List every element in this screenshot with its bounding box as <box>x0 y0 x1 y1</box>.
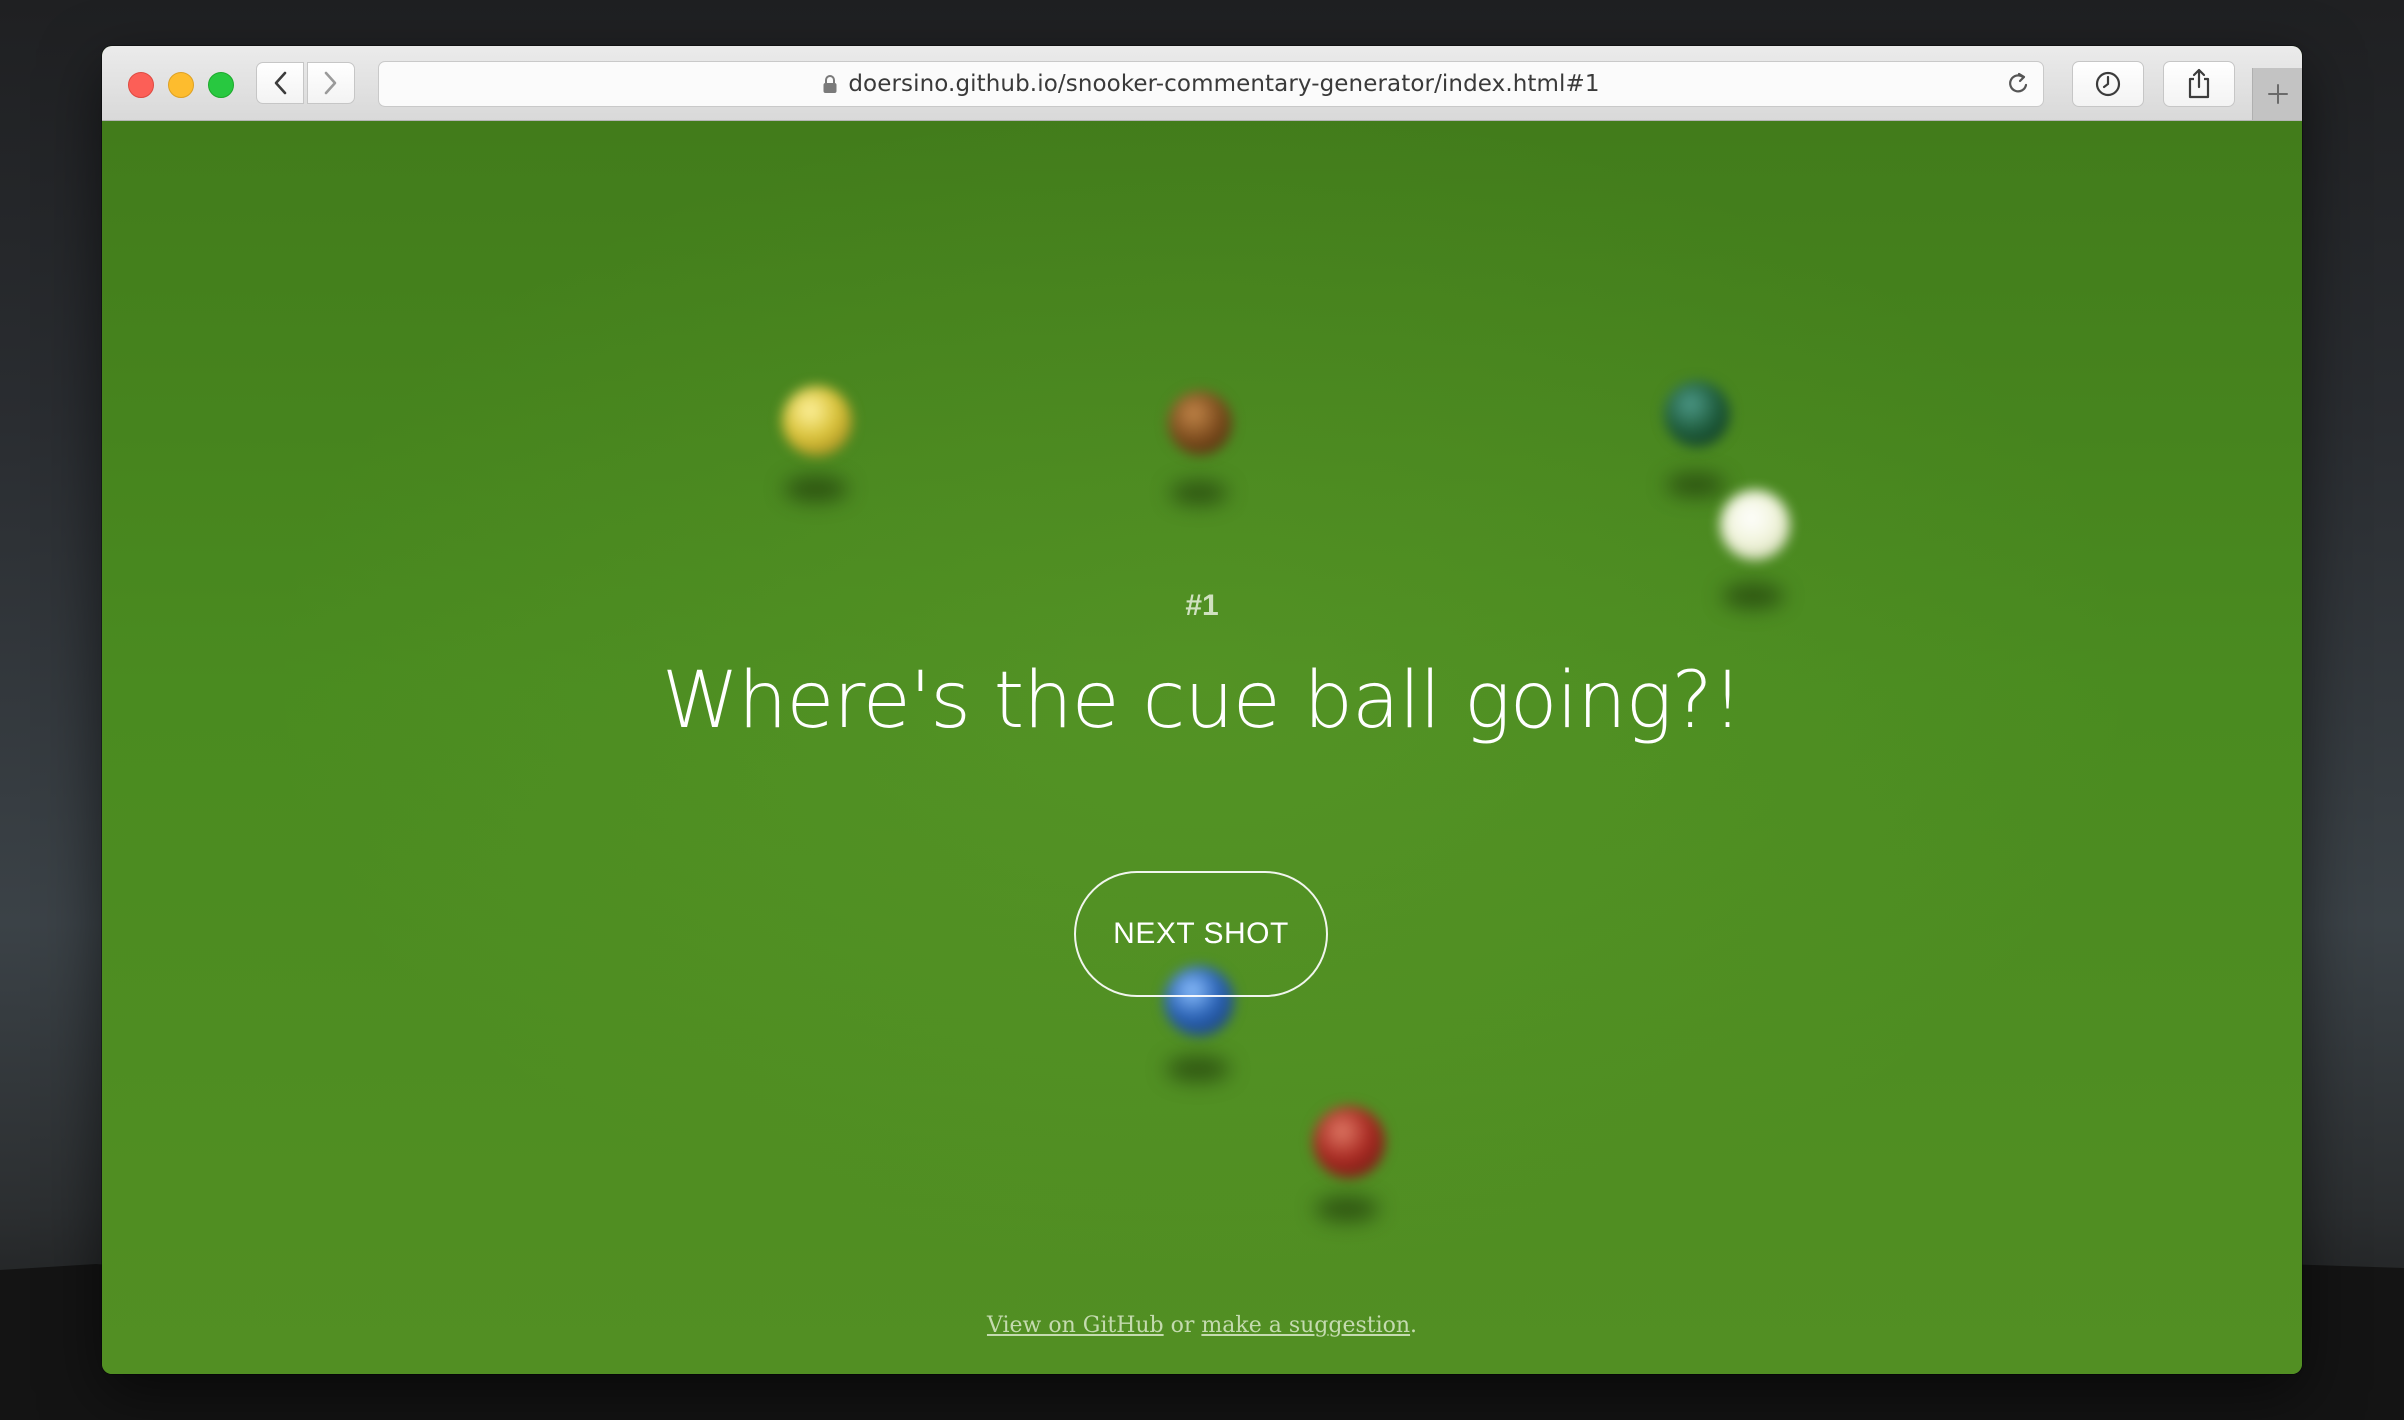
lock-icon <box>823 75 837 93</box>
commentary-text: Where's the cue ball going?! <box>661 656 1743 746</box>
minimize-window-button[interactable] <box>168 72 194 98</box>
new-tab-button[interactable] <box>2252 68 2302 120</box>
footer-separator: or <box>1163 1313 1202 1338</box>
address-bar[interactable]: doersino.github.io/snooker-commentary-ge… <box>378 61 2044 107</box>
browser-toolbar: doersino.github.io/snooker-commentary-ge… <box>102 46 2302 121</box>
footer: View on GitHub or make a suggestion. <box>102 1313 2302 1338</box>
yellow-ball <box>782 386 852 456</box>
page-content: #1 Where's the cue ball going?! NEXT SHO… <box>102 121 2302 1374</box>
github-link[interactable]: View on GitHub <box>987 1313 1164 1338</box>
history-button[interactable] <box>2072 61 2144 107</box>
shot-number: #1 <box>1185 589 1219 622</box>
red-ball <box>1313 1106 1385 1178</box>
close-window-button[interactable] <box>128 72 154 98</box>
brown-ball <box>1168 391 1232 455</box>
chevron-left-icon <box>274 71 287 95</box>
reload-icon[interactable] <box>2005 70 2031 98</box>
back-button[interactable] <box>256 62 304 104</box>
share-icon <box>2188 68 2210 99</box>
clock-icon <box>2095 71 2121 97</box>
share-button[interactable] <box>2163 61 2235 107</box>
suggestion-link[interactable]: make a suggestion <box>1201 1313 1410 1338</box>
url-text: doersino.github.io/snooker-commentary-ge… <box>848 71 1600 97</box>
browser-window: doersino.github.io/snooker-commentary-ge… <box>102 46 2302 1374</box>
chevron-right-icon <box>324 71 337 95</box>
maximize-window-button[interactable] <box>208 72 234 98</box>
plus-icon <box>2268 84 2288 104</box>
cue-ball <box>1720 490 1790 560</box>
footer-end: . <box>1410 1313 1418 1338</box>
next-shot-button[interactable]: NEXT SHOT <box>1074 871 1328 997</box>
green-ball <box>1664 381 1730 447</box>
forward-button[interactable] <box>307 62 355 104</box>
